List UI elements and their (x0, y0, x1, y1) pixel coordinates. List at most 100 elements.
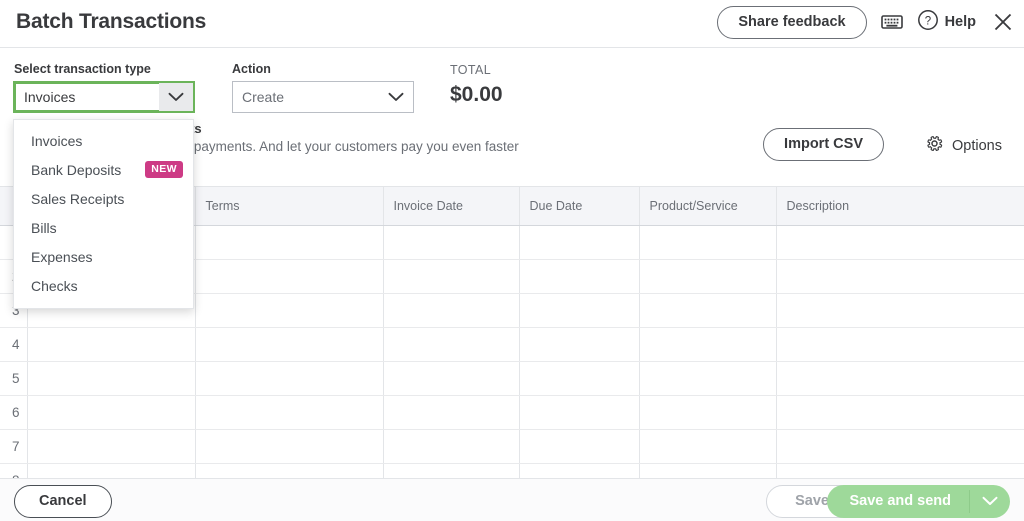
menu-item-label: Bank Deposits (31, 161, 122, 178)
cell-terms[interactable] (195, 463, 384, 478)
cell-description[interactable] (776, 259, 1024, 294)
row-number: 6 (0, 395, 28, 430)
menu-item-bills[interactable]: Bills (14, 213, 193, 242)
menu-item-label: Bills (31, 219, 57, 236)
transaction-type-select[interactable]: Invoices (13, 81, 195, 113)
modal-footer: Cancel Save Save and send (0, 478, 1024, 521)
menu-item-invoices[interactable]: Invoices (14, 126, 193, 155)
menu-item-label: Expenses (31, 248, 93, 265)
keyboard-icon[interactable] (880, 14, 903, 30)
help-label: Help (944, 14, 976, 31)
cell-invoice-date[interactable] (383, 361, 520, 396)
transaction-type-dropdown-menu[interactable]: Invoices Bank Deposits NEW Sales Receipt… (13, 119, 194, 309)
column-header-terms[interactable]: Terms (195, 187, 384, 226)
cell-terms[interactable] (195, 327, 384, 362)
gear-icon (925, 134, 944, 158)
question-circle-icon: ? (917, 9, 939, 36)
cell-terms[interactable] (195, 293, 384, 328)
cell-terms[interactable] (195, 361, 384, 396)
cell-product-service[interactable] (639, 225, 777, 260)
menu-item-label: Invoices (31, 132, 83, 149)
cell-product-service[interactable] (639, 463, 777, 478)
row-number: 4 (0, 327, 28, 362)
cell-due-date[interactable] (519, 463, 640, 478)
cell-description[interactable] (776, 327, 1024, 362)
row-number: 8 (0, 463, 28, 478)
cell-description[interactable] (776, 463, 1024, 478)
row-number: 5 (0, 361, 28, 396)
cell-description[interactable] (776, 361, 1024, 396)
menu-item-expenses[interactable]: Expenses (14, 242, 193, 271)
chevron-down-icon[interactable] (970, 485, 1010, 518)
cell-description[interactable] (776, 395, 1024, 430)
cell-invoice-date[interactable] (383, 293, 520, 328)
cell-due-date[interactable] (519, 327, 640, 362)
cell-terms[interactable] (195, 225, 384, 260)
table-row[interactable]: 6 (0, 395, 1024, 430)
cell-invoice-date[interactable] (383, 259, 520, 294)
modal-header: Batch Transactions Share feedback ? Help (0, 0, 1024, 48)
cell-due-date[interactable] (519, 395, 640, 430)
batch-transactions-modal: Batch Transactions Share feedback ? Help… (0, 0, 1024, 521)
cell-description[interactable] (776, 225, 1024, 260)
cell-product-service[interactable] (639, 361, 777, 396)
cell-email[interactable] (27, 361, 196, 396)
cell-terms[interactable] (195, 395, 384, 430)
cell-product-service[interactable] (639, 259, 777, 294)
cell-invoice-date[interactable] (383, 429, 520, 464)
cell-due-date[interactable] (519, 259, 640, 294)
cell-invoice-date[interactable] (383, 225, 520, 260)
cell-product-service[interactable] (639, 293, 777, 328)
cell-email[interactable] (27, 463, 196, 478)
action-select[interactable]: Create (232, 81, 414, 113)
transaction-type-label: Select transaction type (14, 62, 151, 76)
total-label: TOTAL (450, 63, 492, 77)
cell-description[interactable] (776, 293, 1024, 328)
page-title: Batch Transactions (16, 10, 207, 33)
cell-terms[interactable] (195, 259, 384, 294)
cell-invoice-date[interactable] (383, 463, 520, 478)
cell-email[interactable] (27, 429, 196, 464)
cell-due-date[interactable] (519, 293, 640, 328)
chevron-down-icon (379, 82, 413, 112)
cell-email[interactable] (27, 395, 196, 430)
menu-item-sales-receipts[interactable]: Sales Receipts (14, 184, 193, 213)
menu-item-label: Checks (31, 277, 78, 294)
cell-email[interactable] (27, 327, 196, 362)
column-header-description[interactable]: Description (776, 187, 1024, 226)
cell-due-date[interactable] (519, 429, 640, 464)
cell-product-service[interactable] (639, 327, 777, 362)
cell-due-date[interactable] (519, 225, 640, 260)
svg-text:?: ? (924, 15, 930, 27)
action-label: Action (232, 62, 271, 76)
transaction-type-value: Invoices (24, 89, 76, 105)
cell-description[interactable] (776, 429, 1024, 464)
cell-product-service[interactable] (639, 429, 777, 464)
save-and-send-button[interactable]: Save and send (827, 485, 1010, 518)
cell-terms[interactable] (195, 429, 384, 464)
cell-product-service[interactable] (639, 395, 777, 430)
menu-item-label: Sales Receipts (31, 190, 125, 207)
cell-invoice-date[interactable] (383, 327, 520, 362)
table-row[interactable]: 5 (0, 361, 1024, 396)
options-button[interactable]: Options (925, 134, 1002, 158)
table-row[interactable]: 4 (0, 327, 1024, 362)
table-row[interactable]: 7 (0, 429, 1024, 464)
close-icon[interactable] (992, 11, 1014, 33)
action-value: Create (242, 89, 285, 105)
import-csv-button[interactable]: Import CSV (763, 128, 884, 161)
menu-item-bank-deposits[interactable]: Bank Deposits NEW (14, 155, 193, 184)
cancel-button[interactable]: Cancel (14, 485, 112, 518)
column-header-invoice-date[interactable]: Invoice Date (383, 187, 520, 226)
column-header-product-service[interactable]: Product/Service (639, 187, 777, 226)
help-button[interactable]: ? Help (917, 9, 976, 36)
table-row[interactable]: 8 (0, 463, 1024, 478)
cell-due-date[interactable] (519, 361, 640, 396)
share-feedback-button[interactable]: Share feedback (717, 6, 867, 39)
options-label: Options (952, 138, 1002, 154)
row-number: 7 (0, 429, 28, 464)
save-and-send-label: Save and send (849, 493, 951, 509)
column-header-due-date[interactable]: Due Date (519, 187, 640, 226)
cell-invoice-date[interactable] (383, 395, 520, 430)
menu-item-checks[interactable]: Checks (14, 271, 193, 300)
